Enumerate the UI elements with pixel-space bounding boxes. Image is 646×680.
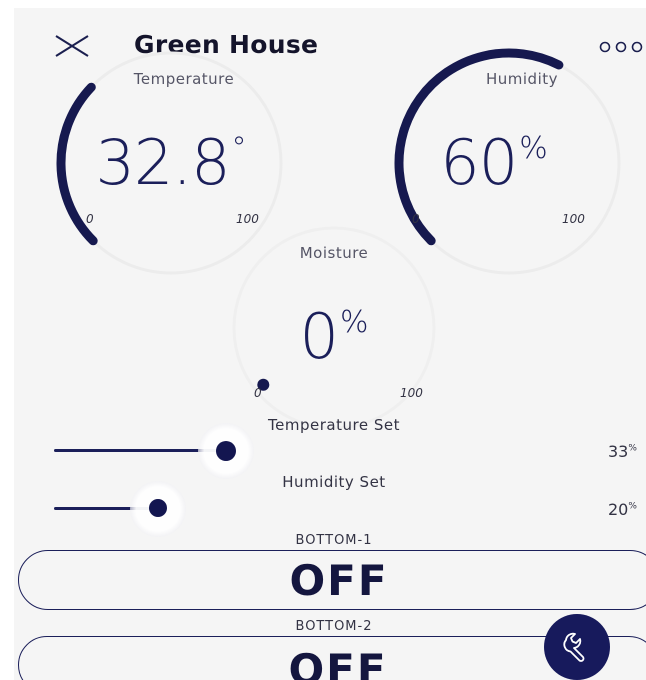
humidity-max-tick: 100 [562, 212, 585, 226]
humidity-min-tick: 0 [412, 212, 420, 226]
bottom-1-toggle-button[interactable]: OFF [18, 550, 646, 610]
wrench-icon [563, 632, 585, 662]
temperature-set-label: Temperature Set [268, 416, 400, 434]
app-panel: Green House Temperature 32.8 ° 0 100 Hum… [14, 8, 646, 680]
humidity-set-thumb[interactable] [149, 499, 167, 517]
bottom-1-state: OFF [289, 555, 389, 605]
temperature-gauge-value: 32.8 ° [66, 132, 276, 194]
temperature-gauge-label: Temperature [133, 70, 235, 88]
bottom-1-label: BOTTOM-1 [295, 533, 373, 548]
moisture-max-tick: 100 [400, 386, 423, 400]
settings-fab[interactable] [544, 614, 610, 680]
bottom-2-state: OFF [288, 645, 388, 680]
moisture-gauge-value: 0 % [264, 306, 404, 368]
bottom-2-label: BOTTOM-2 [295, 619, 373, 634]
temperature-set-value: 33% [608, 442, 637, 461]
humidity-set-unit: % [628, 501, 637, 512]
more-options-icon[interactable] [598, 40, 644, 54]
temperature-set-unit: % [628, 443, 637, 454]
moisture-min-tick: 0 [254, 386, 262, 400]
humidity-gauge-label: Humidity [485, 70, 558, 88]
humidity-unit: % [519, 131, 548, 166]
humidity-set-value: 20% [608, 500, 637, 519]
temperature-value-text: 32.8 [95, 126, 230, 199]
humidity-set-value-text: 20 [608, 500, 629, 519]
temperature-unit: ° [231, 131, 247, 166]
close-icon[interactable] [54, 34, 90, 58]
moisture-unit: % [339, 305, 369, 340]
humidity-set-label: Humidity Set [282, 473, 386, 491]
page-title: Green House [134, 30, 319, 59]
temperature-set-value-text: 33 [608, 442, 629, 461]
temperature-max-tick: 100 [236, 212, 259, 226]
moisture-gauge-label: Moisture [299, 244, 369, 262]
humidity-gauge-value: 60 % [409, 132, 579, 194]
temperature-min-tick: 0 [86, 212, 94, 226]
moisture-value-text: 0 [299, 300, 339, 373]
temperature-set-thumb[interactable] [215, 441, 236, 461]
humidity-value-text: 60 [440, 126, 518, 199]
